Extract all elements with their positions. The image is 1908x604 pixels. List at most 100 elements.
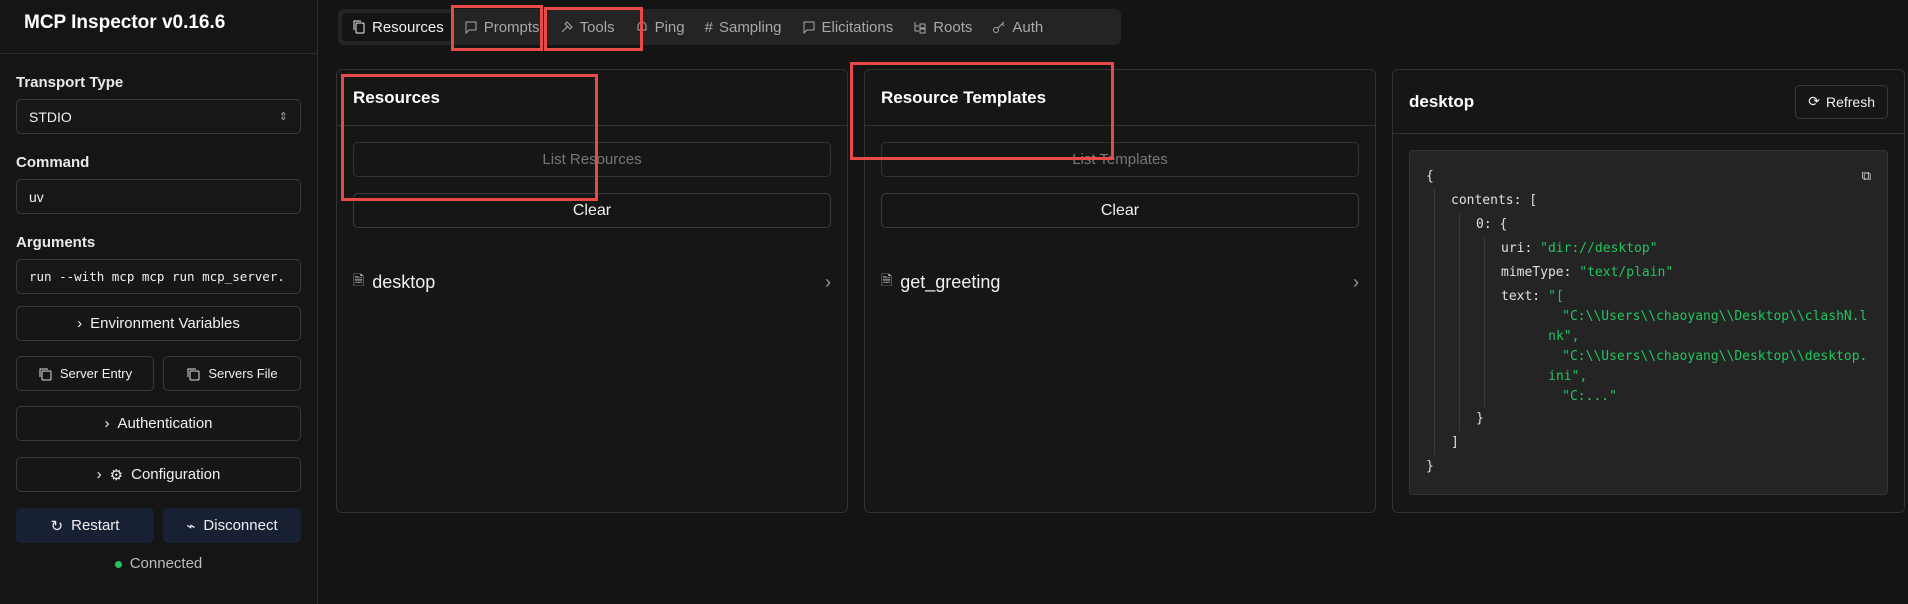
tab-resources[interactable]: Resources [342,13,454,41]
tab-elicitations[interactable]: Elicitations [792,13,904,41]
arguments-input[interactable]: run --with mcp mcp run mcp_server. [16,259,301,294]
clear-templates-button[interactable]: Clear [881,193,1359,228]
tab-resources-label: Resources [372,18,444,36]
message-icon [803,21,815,34]
resources-panel-title: Resources [337,70,847,126]
environment-variables-label: Environment Variables [90,315,240,332]
restart-button[interactable]: ↻ Restart [16,508,154,543]
resource-item-label: desktop [372,271,436,292]
disconnect-button[interactable]: ⌁ Disconnect [163,508,301,543]
resource-detail-panel: desktop ⟳ Refresh ⧉ { contents: [ 0: { u… [1392,69,1905,513]
server-entry-button[interactable]: Server Entry [16,356,154,391]
servers-file-label: Servers File [208,366,278,381]
chevron-right-icon: › [96,466,102,483]
tab-auth[interactable]: Auth [982,13,1053,41]
connection-status: Connected [16,555,301,572]
tab-ping[interactable]: Ping [625,13,695,41]
tab-sampling-label: Sampling [718,18,782,36]
transport-type-label: Transport Type [16,74,124,91]
list-resources-button[interactable]: List Resources [353,142,831,177]
json-punct: } [1426,459,1434,474]
servers-file-button[interactable]: Servers File [163,356,301,391]
json-key: uri: [1501,241,1533,256]
authentication-label: Authentication [117,415,213,432]
refresh-label: Refresh [1825,93,1875,110]
transport-type-select[interactable]: STDIO ⇕ [16,99,301,134]
configuration-button[interactable]: › ⚙ Configuration [16,457,301,492]
json-key: mimeType: [1501,265,1572,280]
app-title: MCP Inspector v0.16.6 [0,0,317,54]
chevron-right-icon: › [77,315,83,332]
json-key: 0: [1476,217,1492,232]
json-punct: { [1499,217,1508,232]
json-string: "C:\\Users\\chaoyang\\Desktop\\desktop. [1562,349,1868,364]
json-string: nk", [1548,329,1580,344]
command-label: Command [16,154,90,171]
copy-icon [187,368,200,380]
json-viewer: ⧉ { contents: [ 0: { uri: "dir://desktop… [1409,150,1888,495]
chevron-right-icon: › [1353,271,1359,292]
environment-variables-button[interactable]: › Environment Variables [16,306,301,341]
clear-resources-button[interactable]: Clear [353,193,831,228]
tab-roots-label: Roots [933,18,973,36]
json-key: contents: [1451,193,1522,208]
resource-templates-panel-title: Resource Templates [865,70,1375,126]
server-entry-label: Server Entry [59,366,133,381]
files-icon [353,20,365,34]
tab-bar: Resources Prompts Tools Ping # Sampling … [338,9,1121,45]
chevron-right-icon: › [104,415,110,432]
restart-icon: ↻ [50,517,64,535]
json-string: "text/plain" [1579,265,1674,280]
copy-icon [39,368,52,380]
command-input[interactable]: uv [16,179,301,214]
json-string: "C:..." [1562,389,1617,404]
file-icon: 🗎 [881,272,893,288]
resource-detail-title: desktop [1409,91,1475,111]
tab-roots[interactable]: Roots [903,13,982,41]
authentication-button[interactable]: › Authentication [16,406,301,441]
gear-icon: ⚙ [109,466,124,484]
file-icon: 🗎 [353,272,365,288]
chevron-right-icon: › [825,271,831,292]
folder-tree-icon [914,22,926,34]
bell-icon [637,21,647,33]
chevron-up-down-icon: ⇕ [278,111,288,123]
json-key: text: [1501,289,1541,304]
hammer-icon [561,21,573,33]
hash-icon: # [704,18,713,36]
restart-label: Restart [71,517,120,534]
configuration-label: Configuration [131,466,221,483]
refresh-icon: ⟳ [1808,93,1820,109]
template-item[interactable]: 🗎 get_greeting › [865,264,1375,300]
tab-ping-label: Ping [654,18,685,36]
json-string: "dir://desktop" [1540,241,1658,256]
unplug-icon: ⌁ [186,517,196,535]
json-punct: } [1476,411,1484,426]
tab-tools[interactable]: Tools [550,13,625,41]
json-string: "[ [1548,289,1564,304]
message-icon [465,21,477,34]
resource-item[interactable]: 🗎 desktop › [337,264,847,300]
status-dot [114,560,122,568]
json-line: { [1426,169,1434,184]
arguments-label: Arguments [16,234,96,251]
transport-type-value: STDIO [29,108,72,125]
copy-icon[interactable]: ⧉ [1862,165,1871,189]
key-icon [993,21,1005,33]
status-text: Connected [129,555,203,572]
disconnect-label: Disconnect [203,517,278,534]
tab-auth-label: Auth [1012,18,1044,36]
resources-panel: Resources List Resources Clear 🗎 desktop… [336,69,848,513]
tab-prompts-label: Prompts [483,18,540,36]
resource-templates-panel: Resource Templates List Templates Clear … [864,69,1376,513]
template-item-label: get_greeting [900,271,1001,292]
tab-sampling[interactable]: # Sampling [695,13,792,41]
json-punct: ] [1451,435,1459,450]
tab-tools-label: Tools [579,18,615,36]
refresh-button[interactable]: ⟳ Refresh [1795,84,1888,119]
sidebar: MCP Inspector v0.16.6 Transport Type STD… [0,0,318,604]
list-templates-button[interactable]: List Templates [881,142,1359,177]
tab-elicitations-label: Elicitations [821,18,894,36]
json-string: ini", [1548,369,1588,384]
tab-prompts[interactable]: Prompts [454,13,550,41]
